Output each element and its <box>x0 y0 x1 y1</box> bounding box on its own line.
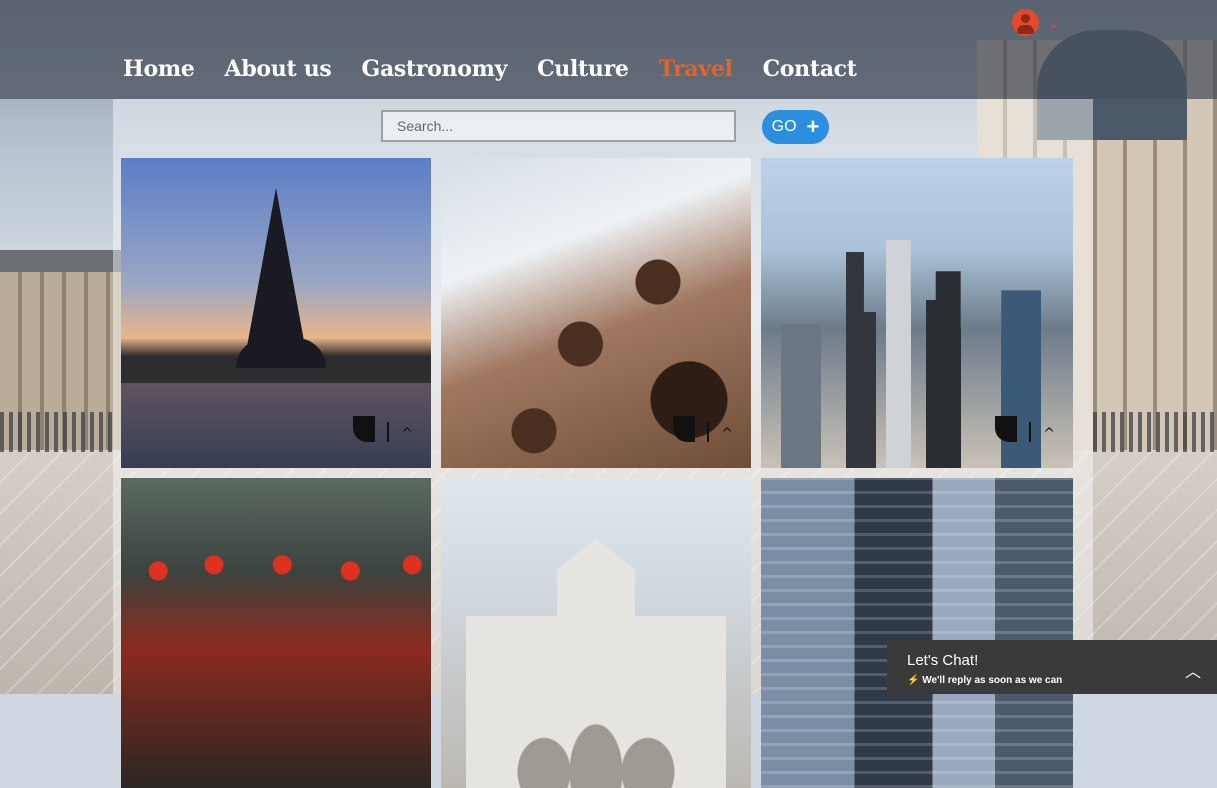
chevron-down-icon[interactable]: ⌄ <box>1047 13 1060 32</box>
background-crowd-right <box>1093 412 1217 452</box>
share-icon[interactable] <box>673 416 696 442</box>
divider <box>387 422 390 442</box>
divider <box>1029 422 1032 442</box>
lightning-icon: ⚡ <box>907 675 920 686</box>
chat-title: Let's Chat! <box>907 652 979 669</box>
tile-controls: ^ <box>673 416 733 442</box>
gallery-tile-chinese-street-lanterns[interactable] <box>121 478 431 788</box>
nav-home[interactable]: Home <box>123 56 195 82</box>
user-menu[interactable]: ⌄ <box>1012 9 1060 36</box>
tile-controls: ^ <box>353 416 413 442</box>
eiffel-tower-silhouette <box>244 188 308 363</box>
eiffel-tower-base <box>236 338 326 368</box>
nav-gastronomy[interactable]: Gastronomy <box>361 56 507 82</box>
chevron-up-icon[interactable]: ^ <box>1043 426 1055 442</box>
monument-gate <box>466 538 726 788</box>
gallery-tile-colosseum[interactable]: ^ <box>441 158 751 468</box>
go-button[interactable]: GO + <box>762 110 829 144</box>
site-header: Home About us Gastronomy Culture Travel … <box>0 0 1217 99</box>
chat-subtitle: ⚡ We'll reply as soon as we can <box>907 675 1062 686</box>
gallery-tile-los-angeles-skyline[interactable]: ^ <box>761 158 1073 468</box>
city-buildings <box>761 478 1073 788</box>
gallery-tile-eiffel-tower[interactable]: ^ <box>121 158 431 468</box>
tile-controls: ^ <box>995 416 1055 442</box>
gallery-tile-puerta-de-alcala[interactable] <box>441 478 751 788</box>
share-icon[interactable] <box>995 416 1018 442</box>
share-icon[interactable] <box>353 416 376 442</box>
go-button-label: GO <box>771 118 797 135</box>
search-input[interactable] <box>381 110 736 142</box>
gallery-tile-new-york-street[interactable] <box>761 478 1073 788</box>
red-lanterns <box>121 478 431 788</box>
nav-culture[interactable]: Culture <box>537 56 629 82</box>
chat-subtitle-text: We'll reply as soon as we can <box>922 675 1063 686</box>
user-avatar-icon[interactable] <box>1012 9 1039 36</box>
nav-travel[interactable]: Travel <box>659 56 733 82</box>
chevron-up-icon[interactable]: ^ <box>401 426 413 442</box>
chevron-up-icon[interactable]: ^ <box>721 426 733 442</box>
main-nav: Home About us Gastronomy Culture Travel … <box>123 56 887 82</box>
background-crowd-left <box>0 412 115 452</box>
plus-icon: + <box>806 114 820 139</box>
chat-widget[interactable]: Let's Chat! ⚡ We'll reply as soon as we … <box>887 640 1217 694</box>
divider <box>707 422 710 442</box>
nav-contact[interactable]: Contact <box>763 56 857 82</box>
chevron-up-icon[interactable]: ︿ <box>1185 658 1201 682</box>
nav-about-us[interactable]: About us <box>225 56 332 82</box>
